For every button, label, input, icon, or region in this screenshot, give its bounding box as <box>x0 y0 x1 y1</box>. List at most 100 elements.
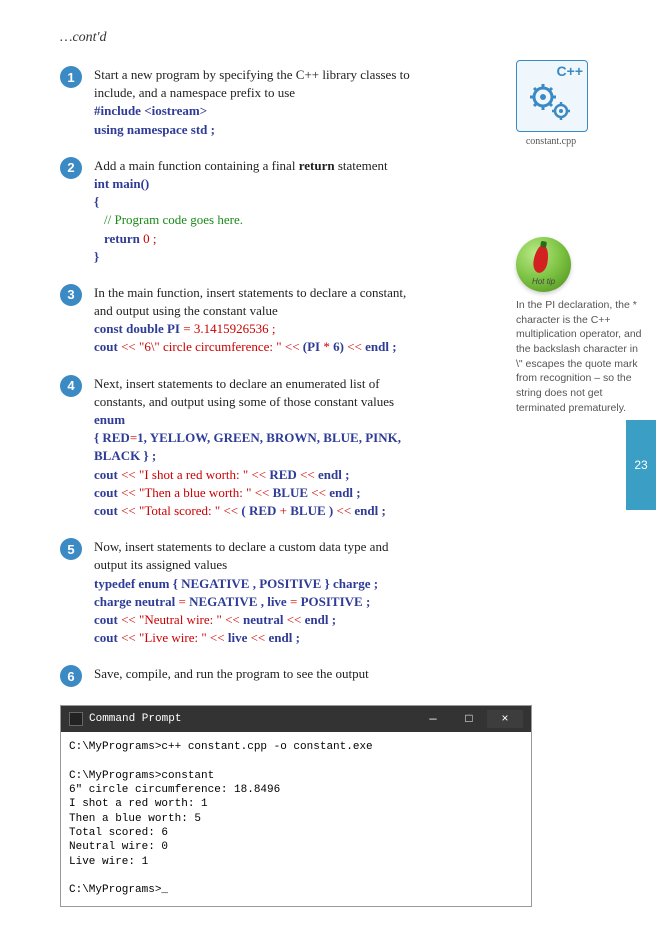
step-content-1: Start a new program by specifying the C+… <box>94 66 424 139</box>
step-bullet-3: 3 <box>60 284 82 306</box>
terminal-body: C:\MyPrograms>c++ constant.cpp -o consta… <box>61 732 531 905</box>
step-content-2: Add a main function containing a final r… <box>94 157 424 266</box>
s5c4d: << <box>210 630 225 645</box>
step-6-text: Save, compile, and run the program to se… <box>94 666 369 681</box>
s4c1: enum <box>94 412 125 427</box>
s4c3c: "I shot a red worth: " <box>136 467 252 482</box>
step-2-code5: } <box>94 249 99 264</box>
filename-label: constant.cpp <box>516 136 586 147</box>
step-2-code2: { <box>94 194 99 209</box>
terminal-titlebar: Command Prompt — □ × <box>61 706 531 732</box>
step-bullet-4: 4 <box>60 375 82 397</box>
step-2-text-a: Add a main function containing a final <box>94 158 299 173</box>
s5c3a: cout <box>94 612 121 627</box>
cpp-file-icon: C++ <box>516 60 588 132</box>
step-4-text: Next, insert statements to declare an en… <box>94 376 394 409</box>
s5c3f: << <box>287 612 302 627</box>
terminal-window: Command Prompt — □ × C:\MyPrograms>c++ c… <box>60 705 532 906</box>
s3c2d: << <box>285 339 300 354</box>
step-2-text-c: statement <box>335 158 388 173</box>
s3c1d: 3.1415926536 ; <box>191 321 276 336</box>
step-content-3: In the main function, insert statements … <box>94 284 424 357</box>
s4c5e: ( RED <box>238 503 280 518</box>
sidebar: C++ constant.cpp Hot <box>516 60 646 416</box>
step-bullet-2: 2 <box>60 157 82 179</box>
s3c2b: << <box>121 339 136 354</box>
terminal-close-button[interactable]: × <box>487 710 523 728</box>
cpp-label: C++ <box>557 63 583 79</box>
s4c5c: "Total scored: " <box>136 503 224 518</box>
s3c2a: cout <box>94 339 121 354</box>
s5c3d: << <box>225 612 240 627</box>
step-2-code3: // Program code goes here. <box>104 212 243 227</box>
s5c4b: << <box>121 630 136 645</box>
s5c4e: live <box>225 630 251 645</box>
s5c4c: "Live wire: " <box>136 630 210 645</box>
s4c4c: "Then a blue worth: " <box>136 485 255 500</box>
terminal-minimize-button[interactable]: — <box>415 710 451 728</box>
s5c3e: neutral <box>240 612 287 627</box>
s4c4b: << <box>121 485 136 500</box>
s4c3d: << <box>251 467 266 482</box>
terminal-title-text: Command Prompt <box>89 713 181 725</box>
s4c3b: << <box>121 467 136 482</box>
s5c3c: "Neutral wire: " <box>136 612 225 627</box>
s4c4f: << <box>311 485 326 500</box>
step-2-code1: int main() <box>94 176 149 191</box>
step-content-5: Now, insert statements to declare a cust… <box>94 538 424 647</box>
step-1-text: Start a new program by specifying the C+… <box>94 67 410 100</box>
s4c5h: << <box>336 503 351 518</box>
step-bullet-1: 1 <box>60 66 82 88</box>
s3c1a: const double <box>94 321 164 336</box>
s5c4f: << <box>251 630 266 645</box>
s3c2i: endl ; <box>362 339 397 354</box>
s4c4g: endl ; <box>326 485 361 500</box>
s3c2e: (PI <box>300 339 324 354</box>
s5c1a: typedef enum <box>94 576 169 591</box>
step-bullet-5: 5 <box>60 538 82 560</box>
step-content-6: Save, compile, and run the program to se… <box>94 665 424 683</box>
step-2-code4b: 0 ; <box>140 231 157 246</box>
hot-tip-icon: Hot tip <box>516 237 571 292</box>
s5c4a: cout <box>94 630 121 645</box>
s4c3f: << <box>300 467 315 482</box>
s4c5a: cout <box>94 503 121 518</box>
s4c4a: cout <box>94 485 121 500</box>
step-1-code1: #include <iostream> <box>94 103 207 118</box>
terminal-icon <box>69 712 83 726</box>
s5c3g: endl ; <box>301 612 336 627</box>
s4c2a: { RED <box>94 430 130 445</box>
s4c3g: endl ; <box>315 467 350 482</box>
s5c2a: charge neutral <box>94 594 178 609</box>
pepper-icon <box>532 244 551 274</box>
s5c4g: endl ; <box>265 630 300 645</box>
s5c3b: << <box>121 612 136 627</box>
s4c2c: 1, YELLOW, GREEN, BROWN, BLUE, PINK, BLA… <box>94 430 401 463</box>
s4c4e: BLUE <box>269 485 311 500</box>
s5c2c: NEGATIVE , live <box>186 594 290 609</box>
s4c5d: << <box>223 503 238 518</box>
s4c5i: endl ; <box>351 503 386 518</box>
s4c5g: BLUE ) <box>287 503 336 518</box>
s3c2h: << <box>347 339 362 354</box>
step-content-4: Next, insert statements to declare an en… <box>94 375 424 521</box>
s3c2g: 6) <box>330 339 347 354</box>
s4c4d: << <box>255 485 270 500</box>
step-6: 6 Save, compile, and run the program to … <box>60 665 616 687</box>
s5c2b: = <box>178 594 185 609</box>
page-number-tab: 23 <box>626 420 656 510</box>
s3c2c: "6\" circle circumference: " <box>136 339 285 354</box>
s5c1b: { NEGATIVE , POSITIVE } charge ; <box>169 576 378 591</box>
hot-tip-label: Hot tip <box>516 277 571 286</box>
s4c3e: RED <box>266 467 300 482</box>
tip-text: In the PI declaration, the * character i… <box>516 298 646 416</box>
step-2-text-b: return <box>299 158 335 173</box>
s3c1b: PI <box>164 321 184 336</box>
terminal-maximize-button[interactable]: □ <box>451 710 487 728</box>
step-5: 5 Now, insert statements to declare a cu… <box>60 538 616 647</box>
gears-icon <box>529 83 573 123</box>
step-5-text: Now, insert statements to declare a cust… <box>94 539 388 572</box>
step-3-text: In the main function, insert statements … <box>94 285 406 318</box>
s4c3a: cout <box>94 467 121 482</box>
s3c1c: = <box>183 321 190 336</box>
